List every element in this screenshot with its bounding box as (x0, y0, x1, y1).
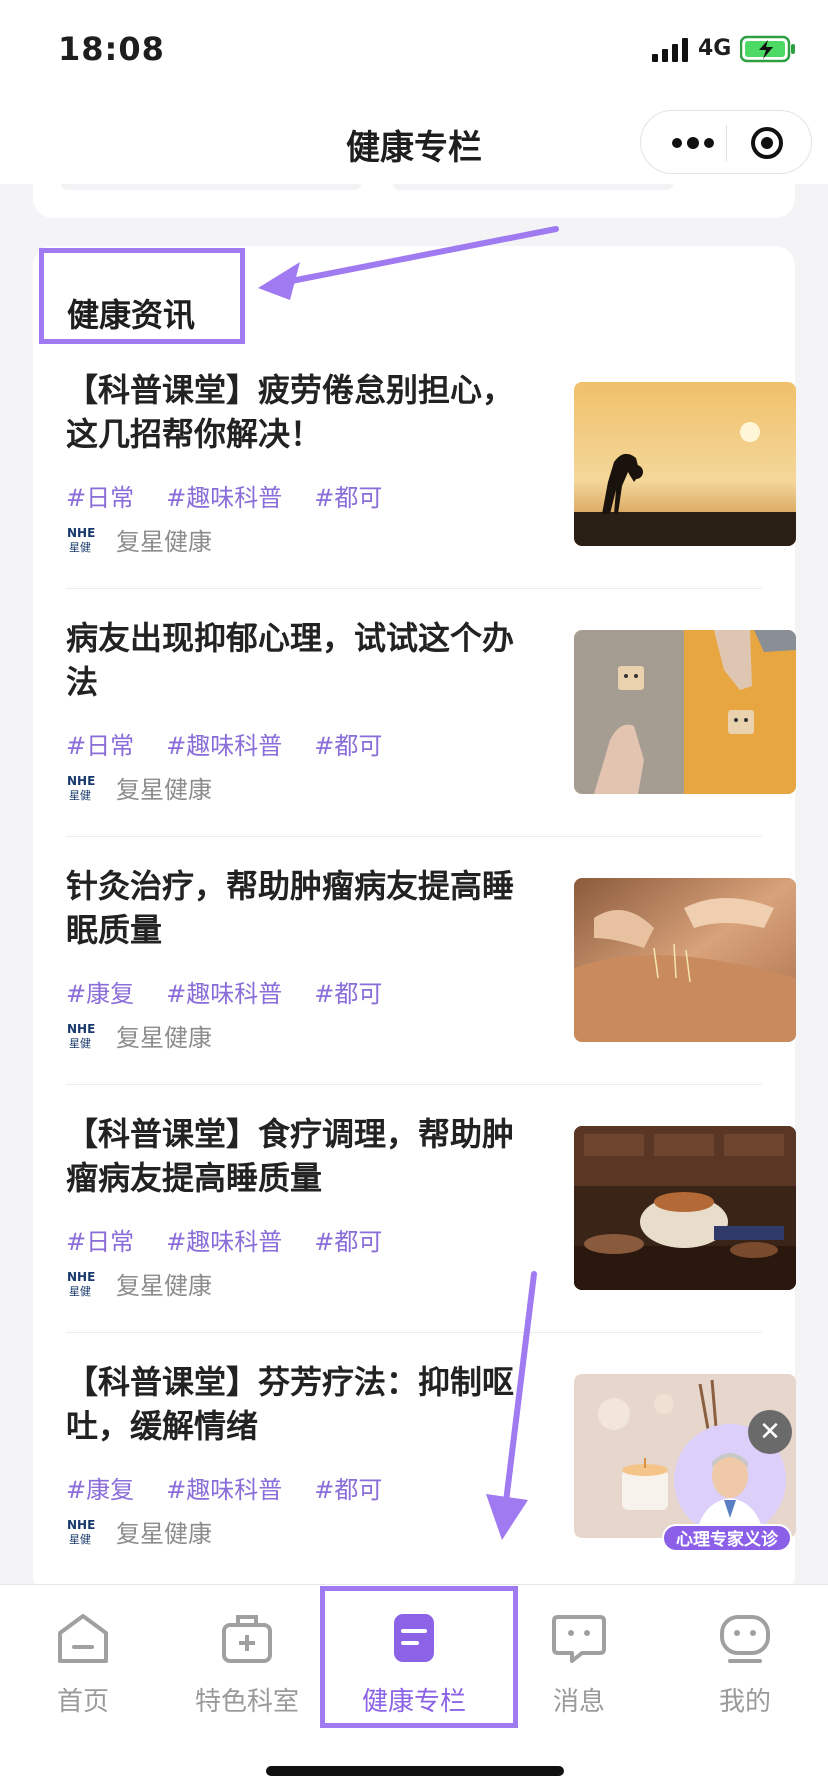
tag[interactable]: #都可 (314, 1476, 382, 1504)
home-indicator[interactable] (266, 1766, 564, 1776)
svg-text:NHE: NHE (67, 1270, 95, 1284)
source-name: 复星健康 (116, 775, 212, 804)
source-name: 复星健康 (116, 527, 212, 556)
previous-card-item (393, 184, 673, 190)
news-title: 针灸治疗，帮助肿瘤病友提高睡眠质量 (66, 867, 515, 949)
news-source: NHE 星健 复星健康 (66, 1516, 212, 1548)
status-time: 18:08 (58, 30, 165, 68)
tab-home[interactable]: 首页 (13, 1611, 153, 1721)
annotation-box-active-tab (320, 1586, 518, 1728)
source-logo-icon: NHE 星健 (67, 1022, 95, 1049)
signal-icon (652, 38, 688, 62)
tag[interactable]: #都可 (314, 732, 382, 760)
thumbnail-sunset-image (574, 382, 796, 546)
close-icon[interactable]: ✕ (748, 1410, 792, 1454)
news-title: 病友出现抑郁心理，试试这个办法 (66, 619, 515, 701)
thumbnail-cubes-image (574, 630, 796, 794)
status-bar: 18:08 4G (0, 0, 828, 100)
divider (66, 588, 762, 589)
news-source: NHE 星健 复星健康 (66, 524, 212, 556)
tag[interactable]: #趣味科普 (166, 980, 282, 1008)
tag[interactable]: #康复 (66, 980, 134, 1008)
news-tags: #日常 #趣味科普 #都可 (66, 726, 414, 761)
divider (66, 1332, 762, 1333)
previous-card (33, 184, 795, 218)
news-tags: #康复 #趣味科普 #都可 (66, 974, 414, 1009)
news-item[interactable]: 【科普课堂】疲劳倦怠别担心，这几招帮你解决！ #日常 #趣味科普 #都可 NHE 星… (66, 368, 796, 616)
annotation-box-section-title (39, 248, 245, 344)
tab-mine[interactable]: 我的 (675, 1611, 815, 1721)
news-item[interactable]: 病友出现抑郁心理，试试这个办法 #日常 #趣味科普 #都可 NHE 星健 复星健康 (66, 616, 796, 864)
source-logo-icon: NHE 星健 (67, 1270, 95, 1297)
news-title: 【科普课堂】芬芳疗法：抑制呕吐，缓解情绪 (66, 1363, 515, 1445)
svg-text:NHE: NHE (67, 1022, 95, 1036)
news-title: 【科普课堂】食疗调理，帮助肿瘤病友提高睡质量 (66, 1115, 515, 1197)
tab-label: 我的 (718, 1687, 771, 1717)
previous-card-item (61, 184, 361, 190)
source-name: 复星健康 (116, 1271, 212, 1300)
news-source: NHE 星健 复星健康 (66, 1268, 212, 1300)
source-logo-icon: NHE 星健 (67, 774, 95, 801)
tag[interactable]: #趣味科普 (166, 484, 282, 512)
divider (66, 836, 762, 837)
svg-text:星健: 星健 (69, 1285, 91, 1297)
tag[interactable]: #趣味科普 (166, 732, 282, 760)
tag[interactable]: #都可 (314, 484, 382, 512)
source-logo-icon: NHE 星健 (67, 1518, 95, 1545)
more-icon[interactable] (663, 125, 723, 161)
capsule-divider (726, 125, 727, 161)
news-tags: #康复 #趣味科普 #都可 (66, 1470, 414, 1505)
svg-text:星健: 星健 (69, 541, 91, 553)
source-name: 复星健康 (116, 1023, 212, 1052)
nav-bar: 健康专栏 (0, 100, 828, 184)
news-item[interactable]: 针灸治疗，帮助肿瘤病友提高睡眠质量 #康复 #趣味科普 #都可 NHE 星健 复星健… (66, 864, 796, 1112)
tag[interactable]: #日常 (66, 732, 134, 760)
svg-text:星健: 星健 (69, 1533, 91, 1545)
tab-departments[interactable]: 特色科室 (177, 1611, 317, 1721)
news-tags: #日常 #趣味科普 #都可 (66, 1222, 414, 1257)
tag[interactable]: #日常 (66, 484, 134, 512)
battery-icon (740, 35, 795, 63)
tag[interactable]: #日常 (66, 1228, 134, 1256)
news-section: 健康资讯 【科普课堂】疲劳倦怠别担心，这几招帮你解决！ #日常 #趣味科普 #都可 … (33, 246, 796, 1596)
svg-text:NHE: NHE (67, 1518, 95, 1532)
tab-label: 特色科室 (194, 1687, 299, 1717)
close-miniprogram-icon[interactable] (747, 125, 787, 161)
tab-label: 消息 (552, 1687, 605, 1717)
source-name: 复星健康 (116, 1519, 212, 1548)
news-tags: #日常 #趣味科普 #都可 (66, 478, 414, 513)
tag[interactable]: #都可 (314, 980, 382, 1008)
news-title: 【科普课堂】疲劳倦怠别担心，这几招帮你解决！ (66, 371, 515, 453)
tag[interactable]: #康复 (66, 1476, 134, 1504)
mini-program-capsule (640, 110, 812, 174)
home-icon (58, 1614, 108, 1663)
source-logo-icon: NHE 星健 (67, 526, 95, 553)
divider (66, 1084, 762, 1085)
expert-consult-label: 心理专家义诊 (662, 1524, 792, 1552)
robot-face-icon (720, 1615, 770, 1663)
network-label: 4G (698, 36, 732, 61)
news-source: NHE 星健 复星健康 (66, 1020, 212, 1052)
chat-icon (552, 1615, 606, 1663)
news-source: NHE 星健 复星健康 (66, 772, 212, 804)
tag[interactable]: #都可 (314, 1228, 382, 1256)
medical-kit-icon (222, 1615, 272, 1663)
news-item[interactable]: 【科普课堂】食疗调理，帮助肿瘤病友提高睡质量 #日常 #趣味科普 #都可 NHE 星… (66, 1112, 796, 1360)
tab-messages[interactable]: 消息 (509, 1611, 649, 1721)
svg-text:NHE: NHE (67, 526, 95, 540)
tag[interactable]: #趣味科普 (166, 1228, 282, 1256)
tab-label: 首页 (56, 1687, 109, 1717)
thumbnail-acupuncture-image (574, 878, 796, 1042)
svg-text:星健: 星健 (69, 1037, 91, 1049)
svg-text:星健: 星健 (69, 789, 91, 801)
thumbnail-food-therapy-image (574, 1126, 796, 1290)
tag[interactable]: #趣味科普 (166, 1476, 282, 1504)
svg-text:NHE: NHE (67, 774, 95, 788)
